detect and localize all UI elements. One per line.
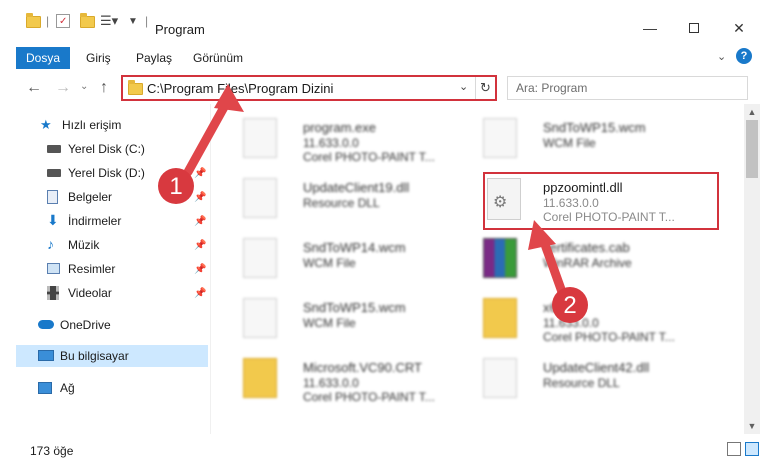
vertical-scrollbar[interactable]: ▲ ▼: [744, 104, 760, 434]
dll-icon: [483, 358, 517, 398]
separator: |: [46, 14, 50, 28]
sidebar-item-quick-access[interactable]: ★ Hızlı erişim: [16, 114, 208, 136]
scroll-up-icon[interactable]: ▲: [744, 104, 760, 120]
file-item[interactable]: UpdateClient19.dll Resource DLL: [235, 170, 471, 226]
sidebar-item-documents[interactable]: Belgeler 📌: [16, 186, 208, 208]
scroll-thumb[interactable]: [746, 120, 758, 178]
title-bar: | ✓ ☰▾ ▼ | Program — ✕: [0, 0, 769, 44]
large-icons-view-icon[interactable]: [745, 442, 759, 456]
dll-icon: [243, 178, 277, 218]
scroll-down-icon[interactable]: ▼: [744, 418, 760, 434]
network-icon: [38, 382, 52, 394]
sidebar-item-network[interactable]: Ağ: [16, 377, 208, 399]
ribbon-tabs: Dosya Giriş Paylaş Görünüm ⌄ ?: [0, 47, 769, 71]
folder-icon: [483, 298, 517, 338]
sidebar-item-pictures[interactable]: Resimler 📌: [16, 258, 208, 280]
video-icon: [47, 286, 59, 300]
file-item[interactable]: certificates.cab WinRAR Archive: [475, 230, 711, 286]
address-path[interactable]: C:\Program Files\Program Dizini: [147, 81, 333, 96]
file-item[interactable]: Microsoft.VC90.CRT 11.633.0.0 Corel PHOT…: [235, 350, 471, 406]
tab-home[interactable]: Giriş: [86, 51, 111, 65]
address-bar[interactable]: C:\Program Files\Program Dizini ⌄ ↻: [121, 75, 497, 101]
back-button[interactable]: ←: [26, 79, 42, 97]
status-bar: 173 öğe: [0, 440, 769, 470]
properties-icon[interactable]: ✓: [56, 14, 70, 28]
expand-ribbon-icon[interactable]: ⌄: [717, 50, 726, 63]
drive-icon: [47, 169, 61, 177]
download-icon: ⬇: [47, 212, 59, 228]
computer-icon: [38, 350, 54, 361]
up-button[interactable]: ↑: [100, 79, 108, 97]
file-list: program.exe 11.633.0.0 Corel PHOTO-PAINT…: [211, 104, 744, 434]
close-button[interactable]: ✕: [729, 18, 749, 38]
file-item[interactable]: UpdateClient42.dll Resource DLL: [475, 350, 711, 406]
folder-icon: [26, 13, 41, 28]
cloud-icon: [38, 320, 54, 329]
pin-icon[interactable]: 📌: [194, 192, 206, 203]
file-item[interactable]: SndToWP14.wcm WCM File: [235, 230, 471, 286]
sidebar-item-disk-d[interactable]: Yerel Disk (D:) 📌: [16, 162, 208, 184]
refresh-icon[interactable]: ↻: [475, 77, 495, 99]
maximize-button[interactable]: [684, 18, 704, 38]
pin-icon[interactable]: 📌: [194, 168, 206, 179]
file-item[interactable]: SndToWP15.wcm WCM File: [235, 290, 471, 346]
target-file-highlight: [483, 172, 719, 230]
search-placeholder: Ara: Program: [516, 81, 588, 95]
sidebar-item-this-pc[interactable]: Bu bilgisayar: [16, 345, 208, 367]
file-item[interactable]: x64 11.633.0.0 Corel PHOTO-PAINT T...: [475, 290, 711, 346]
file-icon: [483, 118, 517, 158]
file-icon: [243, 298, 277, 338]
pin-icon[interactable]: 📌: [194, 240, 206, 251]
customize-toolbar-icon[interactable]: ☰▾: [100, 13, 118, 29]
forward-button[interactable]: →: [55, 79, 71, 97]
minimize-button[interactable]: —: [640, 18, 660, 38]
chevron-down-icon[interactable]: ▼: [128, 16, 138, 27]
details-view-icon[interactable]: [727, 442, 741, 456]
file-icon: [243, 238, 277, 278]
sidebar-item-downloads[interactable]: ⬇ İndirmeler 📌: [16, 210, 208, 232]
music-icon: ♪: [47, 236, 54, 252]
chevron-down-icon[interactable]: ⌄: [459, 80, 468, 93]
pin-icon[interactable]: 📌: [194, 264, 206, 275]
window-title: Program: [155, 22, 205, 37]
file-item[interactable]: program.exe 11.633.0.0 Corel PHOTO-PAINT…: [235, 110, 471, 166]
archive-icon: [483, 238, 517, 278]
tab-share[interactable]: Paylaş: [136, 51, 172, 65]
help-button[interactable]: ?: [736, 48, 752, 64]
separator: |: [145, 14, 149, 28]
sidebar-item-disk-c[interactable]: Yerel Disk (C:): [16, 138, 208, 160]
new-folder-icon[interactable]: [80, 13, 95, 28]
pin-icon[interactable]: 📌: [194, 288, 206, 299]
sidebar-item-music[interactable]: ♪ Müzik 📌: [16, 234, 208, 256]
navigation-pane: ★ Hızlı erişim Yerel Disk (C:) Yerel Dis…: [16, 112, 208, 432]
folder-icon: [128, 80, 143, 95]
recent-locations-icon[interactable]: ⌄: [80, 81, 88, 92]
file-item[interactable]: SndToWP15.wcm WCM File: [475, 110, 711, 166]
tab-view[interactable]: Görünüm: [193, 51, 243, 65]
sidebar-item-onedrive[interactable]: OneDrive: [16, 314, 208, 336]
tab-file[interactable]: Dosya: [16, 47, 70, 69]
folder-icon: [243, 358, 277, 398]
item-count: 173 öğe: [30, 444, 74, 458]
pin-icon[interactable]: 📌: [194, 216, 206, 227]
documents-icon: [47, 190, 58, 204]
search-input[interactable]: Ara: Program: [507, 76, 748, 100]
exe-icon: [243, 118, 277, 158]
sidebar-item-videos[interactable]: Videolar 📌: [16, 282, 208, 304]
pictures-icon: [47, 263, 60, 274]
drive-icon: [47, 145, 61, 153]
star-icon: ★: [40, 117, 52, 132]
